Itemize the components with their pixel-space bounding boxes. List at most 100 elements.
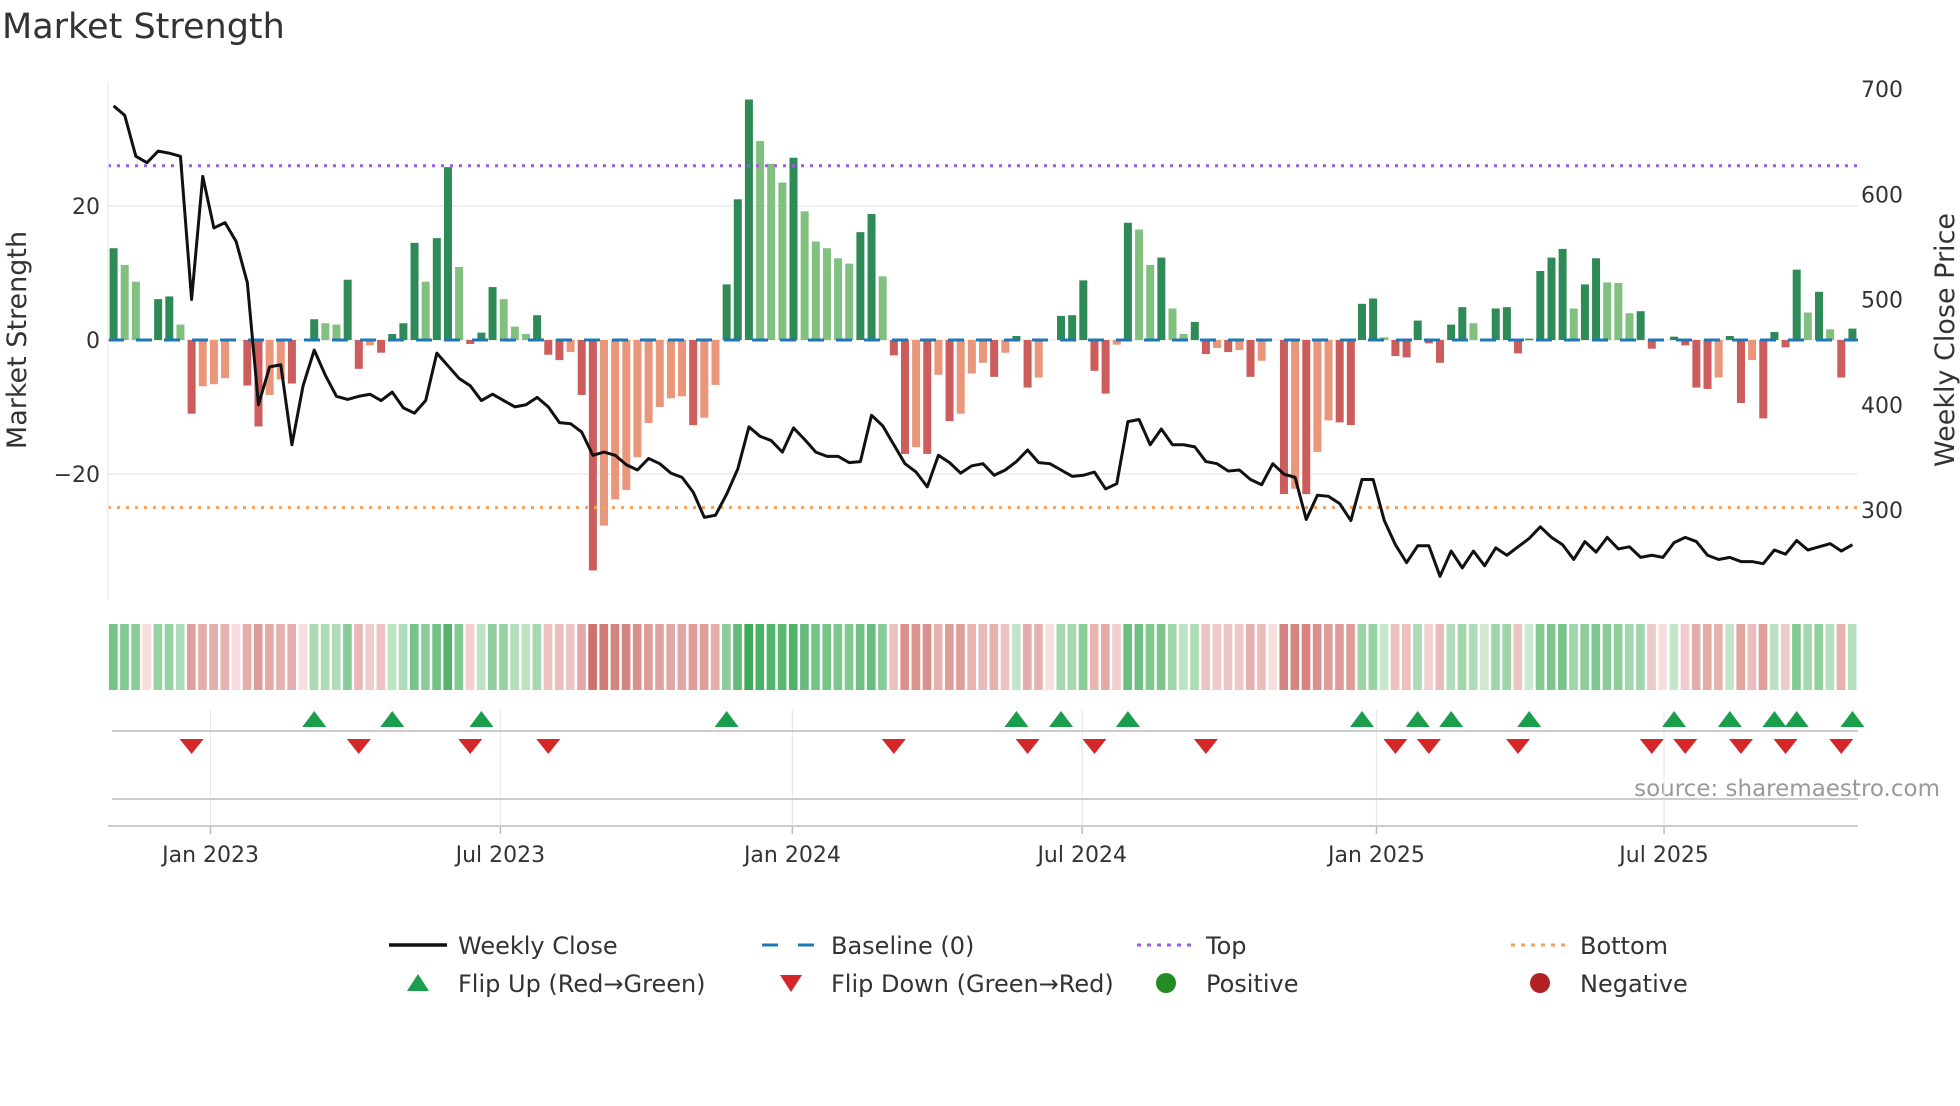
- y2-tick-label: 400: [1861, 394, 1903, 419]
- negative-bar: [967, 340, 976, 374]
- heat-cell: [1323, 624, 1333, 690]
- heat-cell: [1513, 624, 1523, 690]
- heat-cell: [1212, 624, 1222, 690]
- flip-down-marker: [1193, 739, 1218, 754]
- positive-bar: [1057, 315, 1066, 340]
- positive-bar: [131, 281, 140, 340]
- heat-cell: [878, 624, 887, 690]
- heat-cell: [956, 624, 965, 690]
- positive-bar: [1803, 312, 1812, 340]
- flip-down-marker: [1728, 739, 1753, 754]
- heat-cell: [588, 624, 597, 690]
- negative-bar: [644, 340, 653, 424]
- legend-label: Flip Down (Green→Red): [831, 970, 1114, 998]
- legend-item-top: Top: [1137, 932, 1247, 960]
- negative-bar: [1714, 340, 1723, 378]
- flip-up-marker: [714, 711, 739, 727]
- heat-cell: [755, 624, 765, 690]
- negative-bar: [945, 340, 954, 422]
- positive-bar: [343, 279, 352, 340]
- heat-cell: [1669, 624, 1679, 690]
- heat-cell: [811, 624, 820, 690]
- heat-cell: [900, 624, 910, 690]
- heat-cell: [432, 624, 441, 690]
- heat-cell: [242, 624, 252, 690]
- positive-bar: [176, 324, 185, 340]
- heat-cell: [677, 624, 687, 690]
- y-tick-label: 20: [72, 195, 100, 220]
- legend: Weekly Close Baseline (0) Top Bottom Flip Up…: [389, 932, 1688, 998]
- negative-bar: [1101, 340, 1110, 394]
- positive-bar: [533, 315, 542, 340]
- negative-bar: [243, 340, 252, 386]
- heat-cell: [1468, 624, 1478, 690]
- heat-cell: [889, 624, 898, 690]
- heat-cell: [1647, 624, 1656, 690]
- positive-bar: [733, 199, 742, 340]
- heat-cell: [1424, 624, 1433, 690]
- heat-cell: [131, 624, 140, 690]
- heat-cell: [1000, 624, 1010, 690]
- y2-tick-label: 500: [1861, 289, 1903, 314]
- heat-cell: [722, 624, 731, 690]
- heat-cell: [487, 624, 497, 690]
- positive-bar: [443, 167, 452, 340]
- heat-cell: [1190, 624, 1199, 690]
- heat-cell: [822, 624, 832, 690]
- legend-item-negative: Negative: [1530, 970, 1688, 998]
- negative-bar: [1837, 340, 1846, 378]
- heat-cell: [1056, 624, 1066, 690]
- negative-bar: [377, 340, 386, 353]
- positive-bar: [1558, 248, 1567, 340]
- flip-up-marker: [302, 711, 327, 727]
- heat-cell: [1658, 624, 1668, 690]
- positive-bar: [845, 263, 854, 340]
- positive-bar: [722, 284, 731, 340]
- negative-bar: [700, 340, 709, 418]
- legend-label: Top: [1205, 932, 1247, 960]
- negative-bar: [889, 340, 898, 356]
- heat-cell: [710, 624, 720, 690]
- heat-cell: [543, 624, 553, 690]
- heat-cell: [1011, 624, 1021, 690]
- chart-title: Market Strength: [2, 7, 285, 47]
- heat-cell: [1290, 624, 1300, 690]
- positive-bar: [1458, 307, 1467, 340]
- x-tick-label: Jul 2023: [454, 843, 546, 868]
- negative-bar: [354, 340, 363, 369]
- heat-cell: [109, 624, 118, 690]
- x-tick-label: Jan 2025: [1326, 843, 1425, 868]
- heat-cell: [276, 624, 285, 690]
- positive-bar: [856, 232, 865, 340]
- heat-cell: [1435, 624, 1445, 690]
- heat-cell: [1401, 624, 1411, 690]
- negative-bar: [912, 340, 921, 448]
- heat-cell: [1714, 624, 1723, 690]
- heat-cell: [365, 624, 375, 690]
- heat-cell: [1847, 624, 1857, 690]
- heat-cell: [800, 624, 809, 690]
- negative-bar: [633, 340, 642, 458]
- negative-bar: [544, 340, 553, 355]
- heat-cell: [833, 624, 843, 690]
- heat-cell: [231, 624, 241, 690]
- heat-cell: [298, 624, 308, 690]
- negative-bar: [221, 340, 230, 379]
- flip-down-marker: [1383, 739, 1408, 754]
- legend-label: Positive: [1206, 970, 1299, 998]
- heat-cell: [1413, 624, 1422, 690]
- x-tick-label: Jan 2024: [742, 843, 841, 868]
- heat-cell: [187, 624, 196, 690]
- flip-down-marker: [1082, 739, 1107, 754]
- flip-up-marker: [1439, 711, 1464, 727]
- positive-bar: [510, 326, 519, 340]
- negative-bar: [1736, 340, 1745, 403]
- heat-cell: [521, 624, 531, 690]
- heat-cell: [777, 624, 787, 690]
- flip-down-marker: [1416, 739, 1441, 754]
- positive-bar: [1135, 229, 1144, 340]
- positive-bar: [1357, 303, 1366, 340]
- heat-cell: [320, 624, 330, 690]
- negative-bar: [1034, 340, 1043, 378]
- flip-up-marker: [1517, 711, 1542, 727]
